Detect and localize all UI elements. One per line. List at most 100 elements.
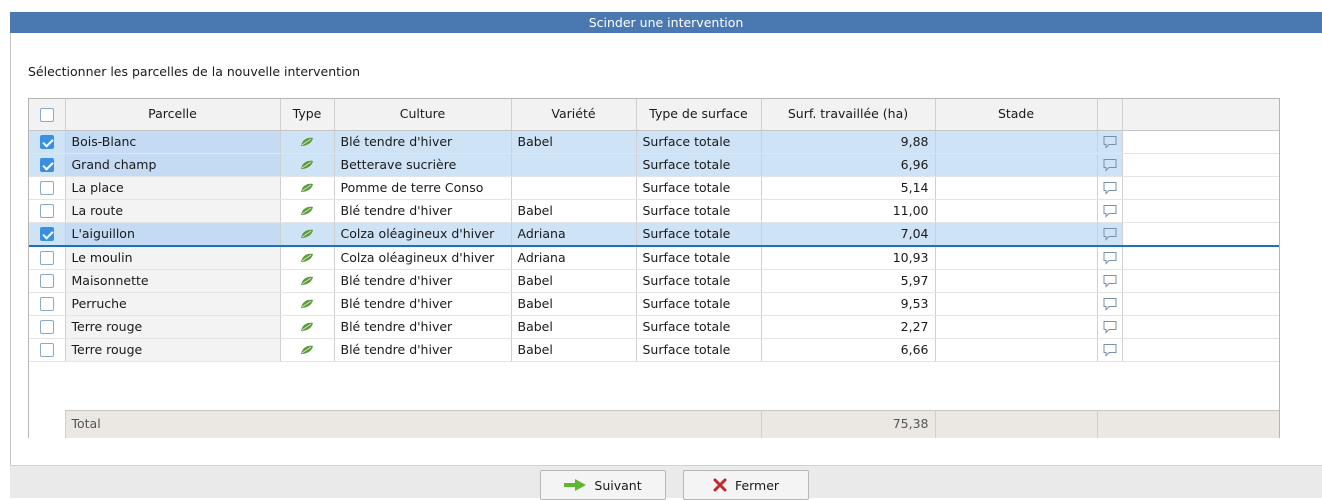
cell-surface[interactable]: 2,27 (761, 315, 936, 339)
cell-variete[interactable]: Babel (511, 199, 637, 223)
table-row[interactable]: La route Blé tendre d'hiver Babel Surface t… (29, 199, 1279, 223)
next-button[interactable]: Suivant (540, 470, 666, 500)
table-row[interactable]: Perruche Blé tendre d'hiver Babel Surface t… (29, 292, 1279, 316)
row-checkbox[interactable] (39, 343, 54, 357)
row-checkbox-cell[interactable] (29, 222, 66, 247)
cell-type-surface[interactable]: Surface totale (636, 292, 762, 316)
cell-culture[interactable]: Blé tendre d'hiver (334, 130, 512, 154)
column-header-variete[interactable]: Variété (511, 99, 637, 131)
cell-variete[interactable]: Babel (511, 269, 637, 293)
cell-variete[interactable]: Babel (511, 130, 637, 154)
row-checkbox-cell[interactable] (29, 269, 66, 293)
cell-type-surface[interactable]: Surface totale (636, 245, 762, 270)
cell-comment[interactable] (1097, 338, 1123, 362)
row-checkbox-cell[interactable] (29, 245, 66, 270)
cell-variete[interactable] (511, 176, 637, 200)
cell-culture[interactable]: Blé tendre d'hiver (334, 269, 512, 293)
cell-stade[interactable] (935, 292, 1098, 316)
comment-icon[interactable] (1102, 227, 1118, 241)
cell-type-surface[interactable]: Surface totale (636, 176, 762, 200)
row-checkbox-cell[interactable] (29, 338, 66, 362)
cell-stade[interactable] (935, 315, 1098, 339)
cell-comment[interactable] (1097, 130, 1123, 154)
cell-surface[interactable]: 6,96 (761, 153, 936, 177)
cell-type-surface[interactable]: Surface totale (636, 315, 762, 339)
cell-comment[interactable] (1097, 222, 1123, 247)
row-checkbox[interactable] (39, 297, 54, 311)
row-checkbox-cell[interactable] (29, 292, 66, 316)
cell-variete[interactable]: Babel (511, 292, 637, 316)
cell-surface[interactable]: 11,00 (761, 199, 936, 223)
row-checkbox[interactable] (39, 320, 54, 334)
table-row[interactable]: Maisonnette Blé tendre d'hiver Babel Surfac… (29, 269, 1279, 293)
row-checkbox-cell[interactable] (29, 315, 66, 339)
cell-variete[interactable]: Babel (511, 315, 637, 339)
table-row[interactable]: La place Pomme de terre Conso Surface tota… (29, 176, 1279, 200)
cell-stade[interactable] (935, 245, 1098, 270)
column-header-culture[interactable]: Culture (334, 99, 512, 131)
comment-icon[interactable] (1102, 204, 1118, 218)
row-checkbox-cell[interactable] (29, 130, 66, 154)
cell-surface[interactable]: 5,14 (761, 176, 936, 200)
cell-comment[interactable] (1097, 292, 1123, 316)
cell-comment[interactable] (1097, 176, 1123, 200)
select-all-checkbox[interactable] (39, 107, 54, 122)
comment-icon[interactable] (1102, 181, 1118, 195)
cell-variete[interactable]: Babel (511, 338, 637, 362)
cell-parcelle[interactable]: Bois-Blanc (65, 130, 281, 154)
cell-culture[interactable]: Blé tendre d'hiver (334, 315, 512, 339)
comment-icon[interactable] (1102, 297, 1118, 311)
cell-parcelle[interactable]: La route (65, 199, 281, 223)
comment-icon[interactable] (1102, 251, 1118, 265)
cell-stade[interactable] (935, 130, 1098, 154)
cell-parcelle[interactable]: L'aiguillon (65, 222, 281, 247)
cell-variete[interactable] (511, 153, 637, 177)
select-all-cell[interactable] (29, 99, 66, 131)
table-row[interactable]: Terre rouge Blé tendre d'hiver Babel Surfac… (29, 315, 1279, 339)
comment-icon[interactable] (1102, 320, 1118, 334)
cell-culture[interactable]: Pomme de terre Conso (334, 176, 512, 200)
cell-parcelle[interactable]: La place (65, 176, 281, 200)
table-row[interactable]: L'aiguillon Colza oléagineux d'hiver Adria… (29, 222, 1279, 247)
cell-stade[interactable] (935, 153, 1098, 177)
table-row[interactable]: Terre rouge Blé tendre d'hiver Babel Surfac… (29, 338, 1279, 362)
cell-surface[interactable]: 7,04 (761, 222, 936, 247)
comment-icon[interactable] (1102, 343, 1118, 357)
column-header-type-surface[interactable]: Type de surface (636, 99, 762, 131)
cell-stade[interactable] (935, 269, 1098, 293)
row-checkbox[interactable] (39, 227, 54, 241)
cell-culture[interactable]: Blé tendre d'hiver (334, 338, 512, 362)
table-row[interactable]: Grand champ Betterave sucrière Surface tot… (29, 153, 1279, 177)
cell-parcelle[interactable]: Terre rouge (65, 315, 281, 339)
row-checkbox-cell[interactable] (29, 153, 66, 177)
table-row[interactable]: Bois-Blanc Blé tendre d'hiver Babel Surface… (29, 130, 1279, 154)
row-checkbox[interactable] (39, 135, 54, 149)
cell-culture[interactable]: Colza oléagineux d'hiver (334, 222, 512, 247)
cell-variete[interactable]: Adriana (511, 245, 637, 270)
cell-type-surface[interactable]: Surface totale (636, 199, 762, 223)
cell-parcelle[interactable]: Le moulin (65, 245, 281, 270)
cell-culture[interactable]: Blé tendre d'hiver (334, 199, 512, 223)
cell-parcelle[interactable]: Perruche (65, 292, 281, 316)
cell-surface[interactable]: 6,66 (761, 338, 936, 362)
cell-surface[interactable]: 5,97 (761, 269, 936, 293)
column-header-stade[interactable]: Stade (935, 99, 1098, 131)
cell-stade[interactable] (935, 176, 1098, 200)
cell-type-surface[interactable]: Surface totale (636, 269, 762, 293)
cell-type-surface[interactable]: Surface totale (636, 130, 762, 154)
cell-surface[interactable]: 9,53 (761, 292, 936, 316)
cell-parcelle[interactable]: Grand champ (65, 153, 281, 177)
cell-stade[interactable] (935, 199, 1098, 223)
cell-comment[interactable] (1097, 153, 1123, 177)
cell-stade[interactable] (935, 222, 1098, 247)
row-checkbox[interactable] (39, 204, 54, 218)
table-row[interactable]: Le moulin Colza oléagineux d'hiver Adriana… (29, 245, 1279, 270)
cell-culture[interactable]: Betterave sucrière (334, 153, 512, 177)
column-header-parcelle[interactable]: Parcelle (65, 99, 281, 131)
cell-type-surface[interactable]: Surface totale (636, 153, 762, 177)
row-checkbox-cell[interactable] (29, 199, 66, 223)
row-checkbox[interactable] (39, 181, 54, 195)
cell-culture[interactable]: Blé tendre d'hiver (334, 292, 512, 316)
cell-comment[interactable] (1097, 315, 1123, 339)
cell-type-surface[interactable]: Surface totale (636, 222, 762, 247)
